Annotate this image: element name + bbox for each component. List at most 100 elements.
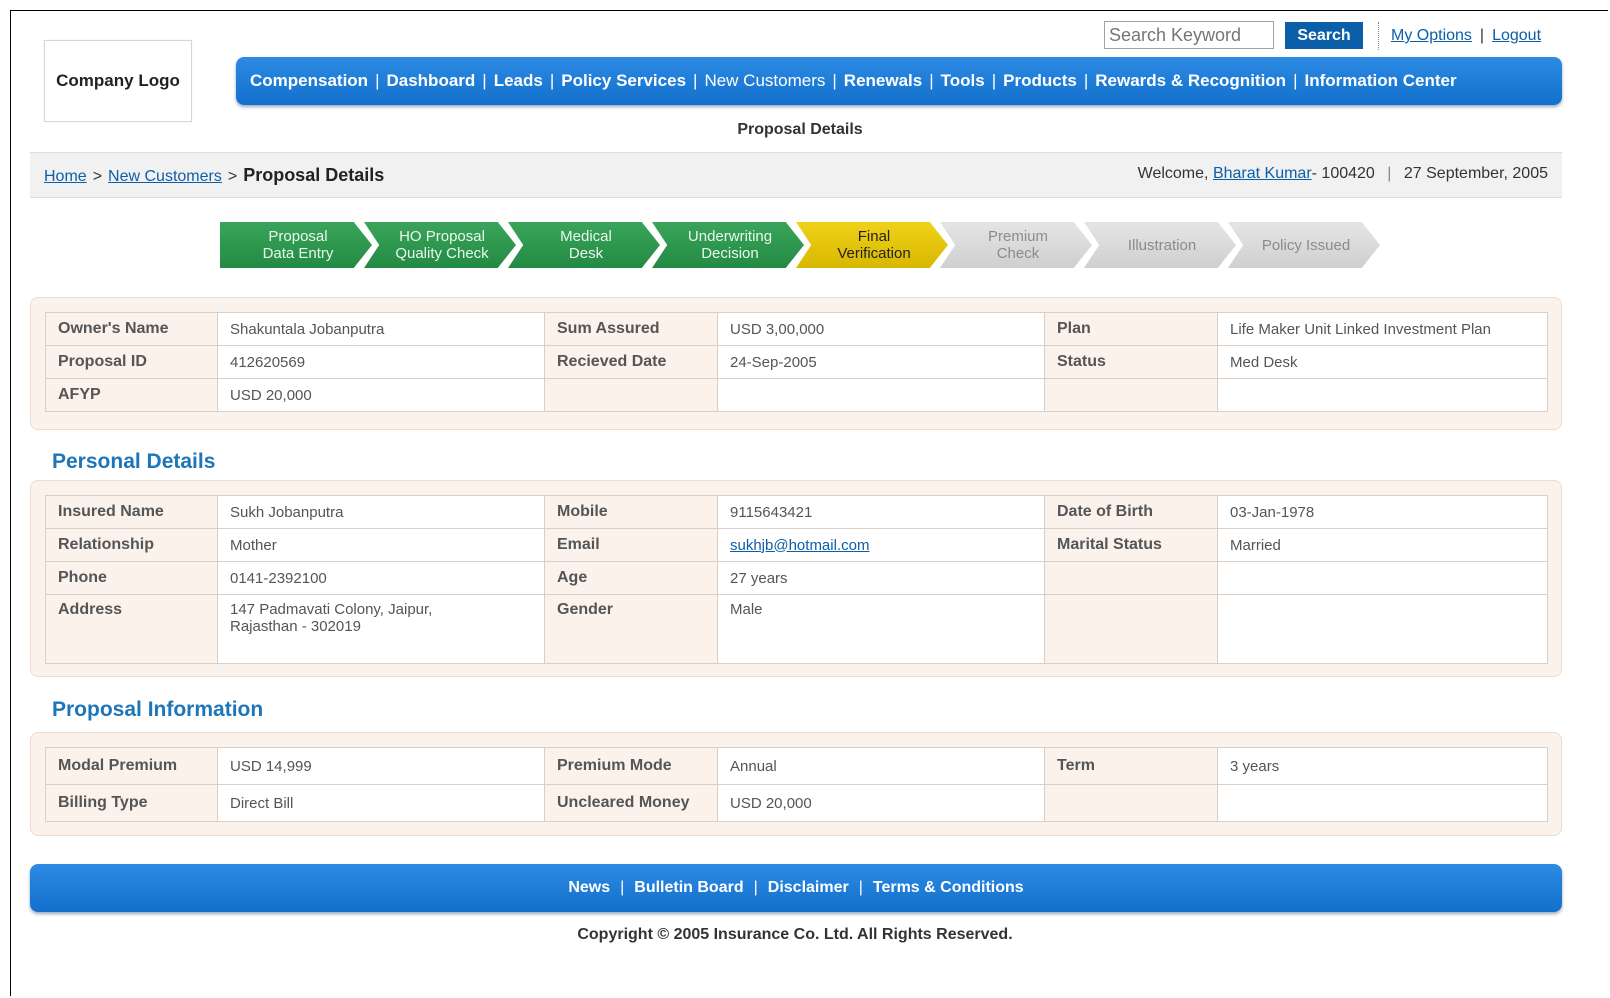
step-label-line2: Verification xyxy=(837,245,911,262)
step-policy-issued[interactable]: Policy Issued xyxy=(1228,222,1380,268)
nav-separator: | xyxy=(929,71,934,90)
step-label: Policy Issued xyxy=(1262,237,1350,254)
value-afyp: USD 20,000 xyxy=(217,378,545,412)
personal-details-table: Insured Name Sukh Jobanputra Mobile 9115643… xyxy=(45,495,1548,664)
nav-item-compensation[interactable]: Compensation xyxy=(250,71,368,91)
my-options-link[interactable]: My Options xyxy=(1391,27,1472,45)
proposal-information-table: Modal Premium USD 14,999 Premium Mode Annua… xyxy=(45,747,1548,822)
table-row: Owner's Name Shakuntala Jobanputra Sum Ass… xyxy=(45,312,1548,346)
step-label-line1: Proposal xyxy=(268,228,328,245)
footer-separator: | xyxy=(620,879,625,896)
personal-details-title: Personal Details xyxy=(52,450,216,473)
value-relationship: Mother xyxy=(217,528,545,562)
breadcrumb-new-customers-link[interactable]: New Customers xyxy=(108,168,222,185)
footer-link-bulletin-board[interactable]: Bulletin Board xyxy=(634,879,743,897)
nav-separator: | xyxy=(991,71,997,90)
footer-link-news[interactable]: News xyxy=(568,879,610,897)
step-premium-check[interactable]: Premium Check xyxy=(940,222,1092,268)
welcome-info: Welcome, Bharat Kumar- 100420 | 27 Septe… xyxy=(1138,165,1548,183)
nav-item-renewals[interactable]: Renewals xyxy=(844,71,922,91)
email-link[interactable]: sukhjb@hotmail.com xyxy=(730,537,869,554)
empty-label-cell xyxy=(1044,594,1218,664)
label-marital-status: Marital Status xyxy=(1044,528,1218,562)
label-proposal-id: Proposal ID xyxy=(45,345,218,379)
nav-separator: | xyxy=(832,71,837,90)
search-input[interactable] xyxy=(1104,21,1274,49)
value-recieved-date: 24-Sep-2005 xyxy=(717,345,1045,379)
proposal-information-title: Proposal Information xyxy=(52,698,264,721)
top-links: My Options | Logout xyxy=(1378,22,1541,50)
empty-value-cell xyxy=(1217,561,1548,595)
breadcrumb-home-link[interactable]: Home xyxy=(44,168,87,185)
breadcrumb-current: Proposal Details xyxy=(243,165,385,185)
value-billing-type: Direct Bill xyxy=(217,784,545,822)
nav-item-dashboard[interactable]: Dashboard xyxy=(386,71,475,91)
footer-separator: | xyxy=(753,879,758,896)
breadcrumb-separator: > xyxy=(227,168,238,185)
table-row: Billing Type Direct Bill Uncleared Money US… xyxy=(45,784,1548,822)
value-age: 27 years xyxy=(717,561,1045,595)
step-label: Medical Desk xyxy=(560,228,612,262)
value-email: sukhjb@hotmail.com xyxy=(717,528,1045,562)
nav-item-tools[interactable]: Tools xyxy=(941,71,985,91)
nav-item-policy-services[interactable]: Policy Services xyxy=(561,71,686,91)
workflow-steps: Proposal Data Entry HO Proposal Quality Che… xyxy=(220,222,1380,268)
user-name-link[interactable]: Bharat Kumar xyxy=(1213,165,1312,182)
label-billing-type: Billing Type xyxy=(45,784,218,822)
step-medical-desk[interactable]: Medical Desk xyxy=(508,222,660,268)
empty-value-cell xyxy=(1217,594,1548,664)
step-ho-proposal-quality-check[interactable]: HO Proposal Quality Check xyxy=(364,222,516,268)
label-premium-mode: Premium Mode xyxy=(544,747,718,785)
value-marital-status: Married xyxy=(1217,528,1548,562)
breadcrumb-bar: Home > New Customers > Proposal Details Welc… xyxy=(30,152,1562,198)
label-mobile: Mobile xyxy=(544,495,718,529)
label-age: Age xyxy=(544,561,718,595)
footer-link-disclaimer[interactable]: Disclaimer xyxy=(768,879,849,897)
label-afyp: AFYP xyxy=(45,378,218,412)
logout-link[interactable]: Logout xyxy=(1492,27,1541,45)
nav-item-rewards-recognition[interactable]: Rewards & Recognition xyxy=(1095,71,1286,91)
step-label-line2: Data Entry xyxy=(262,245,334,262)
label-gender: Gender xyxy=(544,594,718,664)
step-label: Underwriting Decision xyxy=(688,228,772,262)
empty-label-cell xyxy=(1044,561,1218,595)
nav-separator: | xyxy=(1293,71,1298,90)
step-final-verification[interactable]: Final Verification xyxy=(796,222,948,268)
nav-item-leads[interactable]: Leads xyxy=(494,71,543,91)
step-illustration[interactable]: Illustration xyxy=(1084,222,1236,268)
proposal-information-panel: Modal Premium USD 14,999 Premium Mode Annua… xyxy=(30,732,1562,836)
nav-separator: | xyxy=(482,71,487,90)
footer-link-terms-conditions[interactable]: Terms & Conditions xyxy=(873,879,1024,897)
value-insured-name: Sukh Jobanputra xyxy=(217,495,545,529)
welcome-separator: | xyxy=(1387,165,1392,182)
company-logo[interactable]: Company Logo xyxy=(44,40,192,122)
nav-item-products[interactable]: Products xyxy=(1003,71,1077,91)
step-label-line1: Underwriting xyxy=(687,228,773,245)
nav-separator: | xyxy=(693,71,698,90)
main-navigation: Compensation | Dashboard | Leads | Policy Serv… xyxy=(236,57,1562,105)
nav-separator: | xyxy=(375,71,380,90)
value-proposal-id: 412620569 xyxy=(217,345,545,379)
label-term: Term xyxy=(1044,747,1218,785)
label-date-of-birth: Date of Birth xyxy=(1044,495,1218,529)
nav-separator: | xyxy=(549,71,555,90)
value-gender: Male xyxy=(717,594,1045,664)
label-phone: Phone xyxy=(45,561,218,595)
step-underwriting-decision[interactable]: Underwriting Decision xyxy=(652,222,804,268)
nav-item-new-customers[interactable]: New Customers xyxy=(704,71,825,91)
step-label-line1: Medical xyxy=(560,228,612,245)
table-row: Phone 0141-2392100 Age 27 years xyxy=(45,561,1548,595)
step-label-line1: Policy Issued xyxy=(1261,236,1351,254)
nav-separator: | xyxy=(1083,71,1089,90)
label-email: Email xyxy=(544,528,718,562)
search-button[interactable]: Search xyxy=(1285,22,1363,49)
value-owner-s-name: Shakuntala Jobanputra xyxy=(217,312,545,346)
empty-label-cell xyxy=(544,378,718,412)
step-proposal-data-entry[interactable]: Proposal Data Entry xyxy=(220,222,372,268)
label-address: Address xyxy=(45,594,218,664)
table-row: AFYP USD 20,000 xyxy=(45,378,1548,412)
nav-item-information-center[interactable]: Information Center xyxy=(1305,71,1457,91)
value-status: Med Desk xyxy=(1217,345,1548,379)
label-relationship: Relationship xyxy=(45,528,218,562)
value-uncleared-money: USD 20,000 xyxy=(717,784,1045,822)
